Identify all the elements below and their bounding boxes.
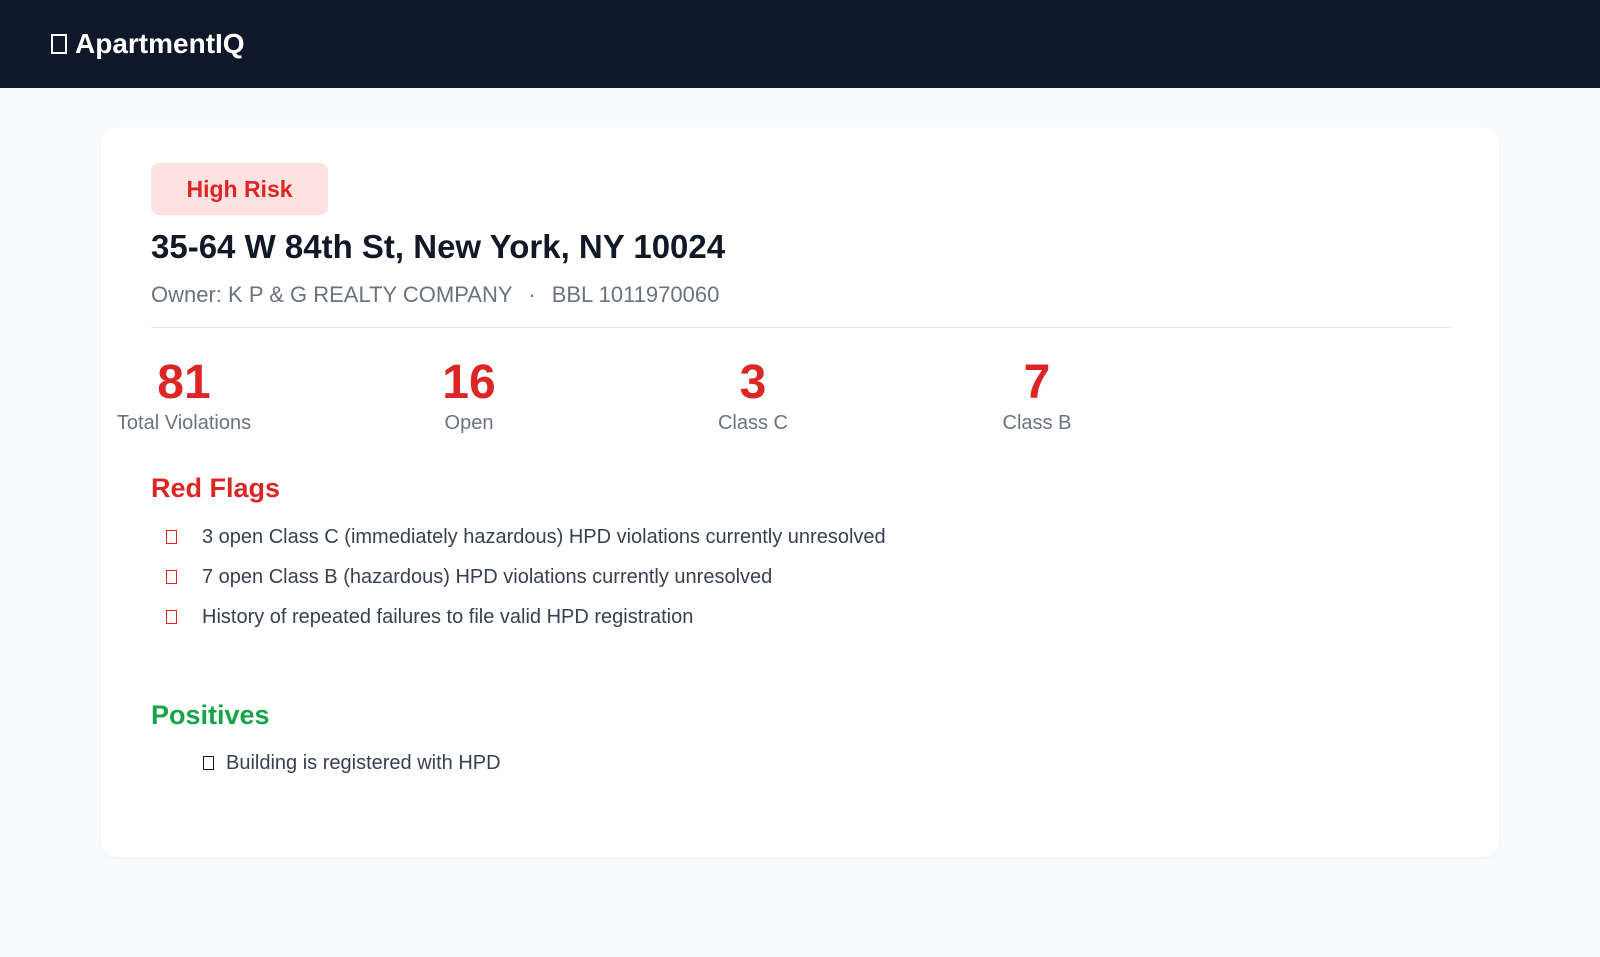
red-flag-text: 3 open Class C (immediately hazardous) H… [202, 525, 886, 548]
red-flag-item: 3 open Class C (immediately hazardous) H… [151, 517, 886, 557]
stat-value: 7 [1023, 356, 1051, 409]
positives-list: Building is registered with HPD [151, 743, 501, 783]
stat-class-c: 3 Class C [653, 355, 853, 435]
brand-logo[interactable]: ApartmentIQ [51, 28, 245, 60]
positives-title: Positives [151, 700, 270, 730]
top-nav-bar: ApartmentIQ [0, 0, 1600, 88]
stat-label: Total Violations [116, 412, 252, 434]
brand-name: ApartmentIQ [75, 28, 245, 59]
warning-icon [166, 530, 177, 544]
stat-value: 81 [157, 356, 211, 409]
warning-icon [166, 610, 177, 624]
red-flag-item: History of repeated failures to file val… [151, 597, 886, 637]
stat-label: Class B [1002, 412, 1072, 434]
owner-name: K P & G REALTY COMPANY [228, 282, 513, 307]
building-icon [51, 34, 67, 54]
warning-icon [166, 570, 177, 584]
positive-item: Building is registered with HPD [151, 743, 501, 783]
stat-value: 16 [442, 356, 496, 409]
stat-open: 16 Open [369, 355, 569, 435]
check-icon [203, 756, 214, 770]
risk-badge: High Risk [151, 163, 328, 215]
building-report-card: High Risk 35-64 W 84th St, New York, NY … [101, 127, 1499, 857]
red-flags-title: Red Flags [151, 473, 281, 503]
meta-separator: · [528, 282, 536, 307]
red-flag-text: 7 open Class B (hazardous) HPD violation… [202, 565, 773, 588]
stat-value: 3 [739, 356, 767, 409]
section-divider [151, 327, 1451, 328]
building-meta: Owner: K P & G REALTY COMPANY · BBL 1011… [151, 282, 719, 308]
stat-total-violations: 81 Total Violations [84, 355, 284, 435]
red-flags-list: 3 open Class C (immediately hazardous) H… [151, 517, 886, 637]
stat-class-b: 7 Class B [937, 355, 1137, 435]
bbl-label: BBL [551, 282, 593, 307]
owner-prefix: Owner: [151, 282, 222, 307]
stat-label: Open [444, 412, 494, 434]
building-address: 35-64 W 84th St, New York, NY 10024 [151, 228, 726, 265]
bbl-number: 1011970060 [598, 282, 720, 307]
stat-label: Class C [717, 412, 788, 434]
red-flag-text: History of repeated failures to file val… [202, 605, 694, 628]
red-flag-item: 7 open Class B (hazardous) HPD violation… [151, 557, 886, 597]
positive-text: Building is registered with HPD [226, 751, 501, 774]
